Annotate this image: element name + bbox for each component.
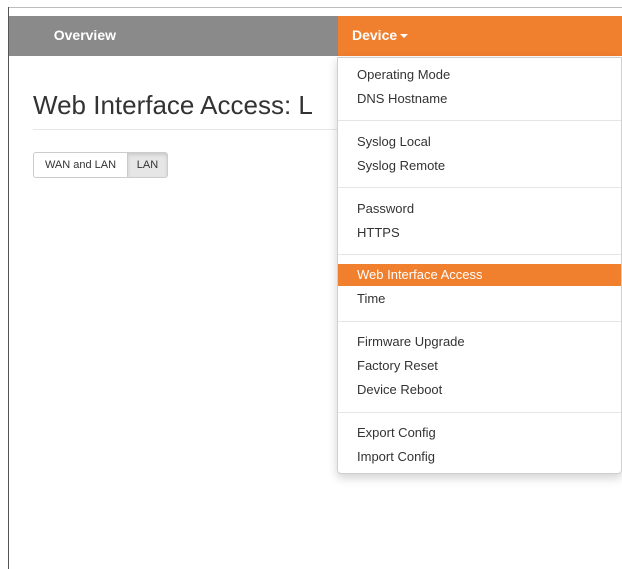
menu-divider xyxy=(338,187,621,188)
menu-item-factory-reset[interactable]: Factory Reset xyxy=(338,355,621,377)
menu-divider xyxy=(338,254,621,255)
menu-divider xyxy=(338,120,621,121)
title-divider xyxy=(33,129,343,130)
menu-item-https[interactable]: HTTPS xyxy=(338,222,621,244)
menu-item-import-config[interactable]: Import Config xyxy=(338,446,621,468)
menu-item-dns-hostname[interactable]: DNS Hostname xyxy=(338,88,621,110)
interface-toggle-group: WAN and LAN LAN xyxy=(33,152,168,178)
lan-button[interactable]: LAN xyxy=(128,152,168,178)
caret-down-icon xyxy=(400,34,409,39)
menu-item-firmware-upgrade[interactable]: Firmware Upgrade xyxy=(338,331,621,353)
menu-item-export-config[interactable]: Export Config xyxy=(338,422,621,444)
menu-divider xyxy=(338,321,621,322)
menu-item-syslog-local[interactable]: Syslog Local xyxy=(338,131,621,153)
nav-device-dropdown-toggle[interactable]: Device xyxy=(338,16,622,56)
menu-item-syslog-remote[interactable]: Syslog Remote xyxy=(338,155,621,177)
menu-item-operating-mode[interactable]: Operating Mode xyxy=(338,64,621,86)
menu-divider xyxy=(338,412,621,413)
nav-overview-link[interactable]: Overview xyxy=(9,16,124,56)
menu-item-time[interactable]: Time xyxy=(338,288,621,310)
window-left-border xyxy=(8,7,9,569)
page-title: Web Interface Access: L xyxy=(33,90,313,120)
device-dropdown-menu: Operating Mode DNS Hostname Syslog Local… xyxy=(337,57,622,474)
menu-item-device-reboot[interactable]: Device Reboot xyxy=(338,379,621,401)
top-navbar: Overview Device xyxy=(9,16,622,56)
menu-item-password[interactable]: Password xyxy=(338,198,621,220)
menu-item-web-interface-access[interactable]: Web Interface Access xyxy=(338,264,621,286)
window-top-border xyxy=(8,7,622,8)
nav-device-label: Device xyxy=(352,27,398,43)
wan-and-lan-button[interactable]: WAN and LAN xyxy=(33,152,128,178)
